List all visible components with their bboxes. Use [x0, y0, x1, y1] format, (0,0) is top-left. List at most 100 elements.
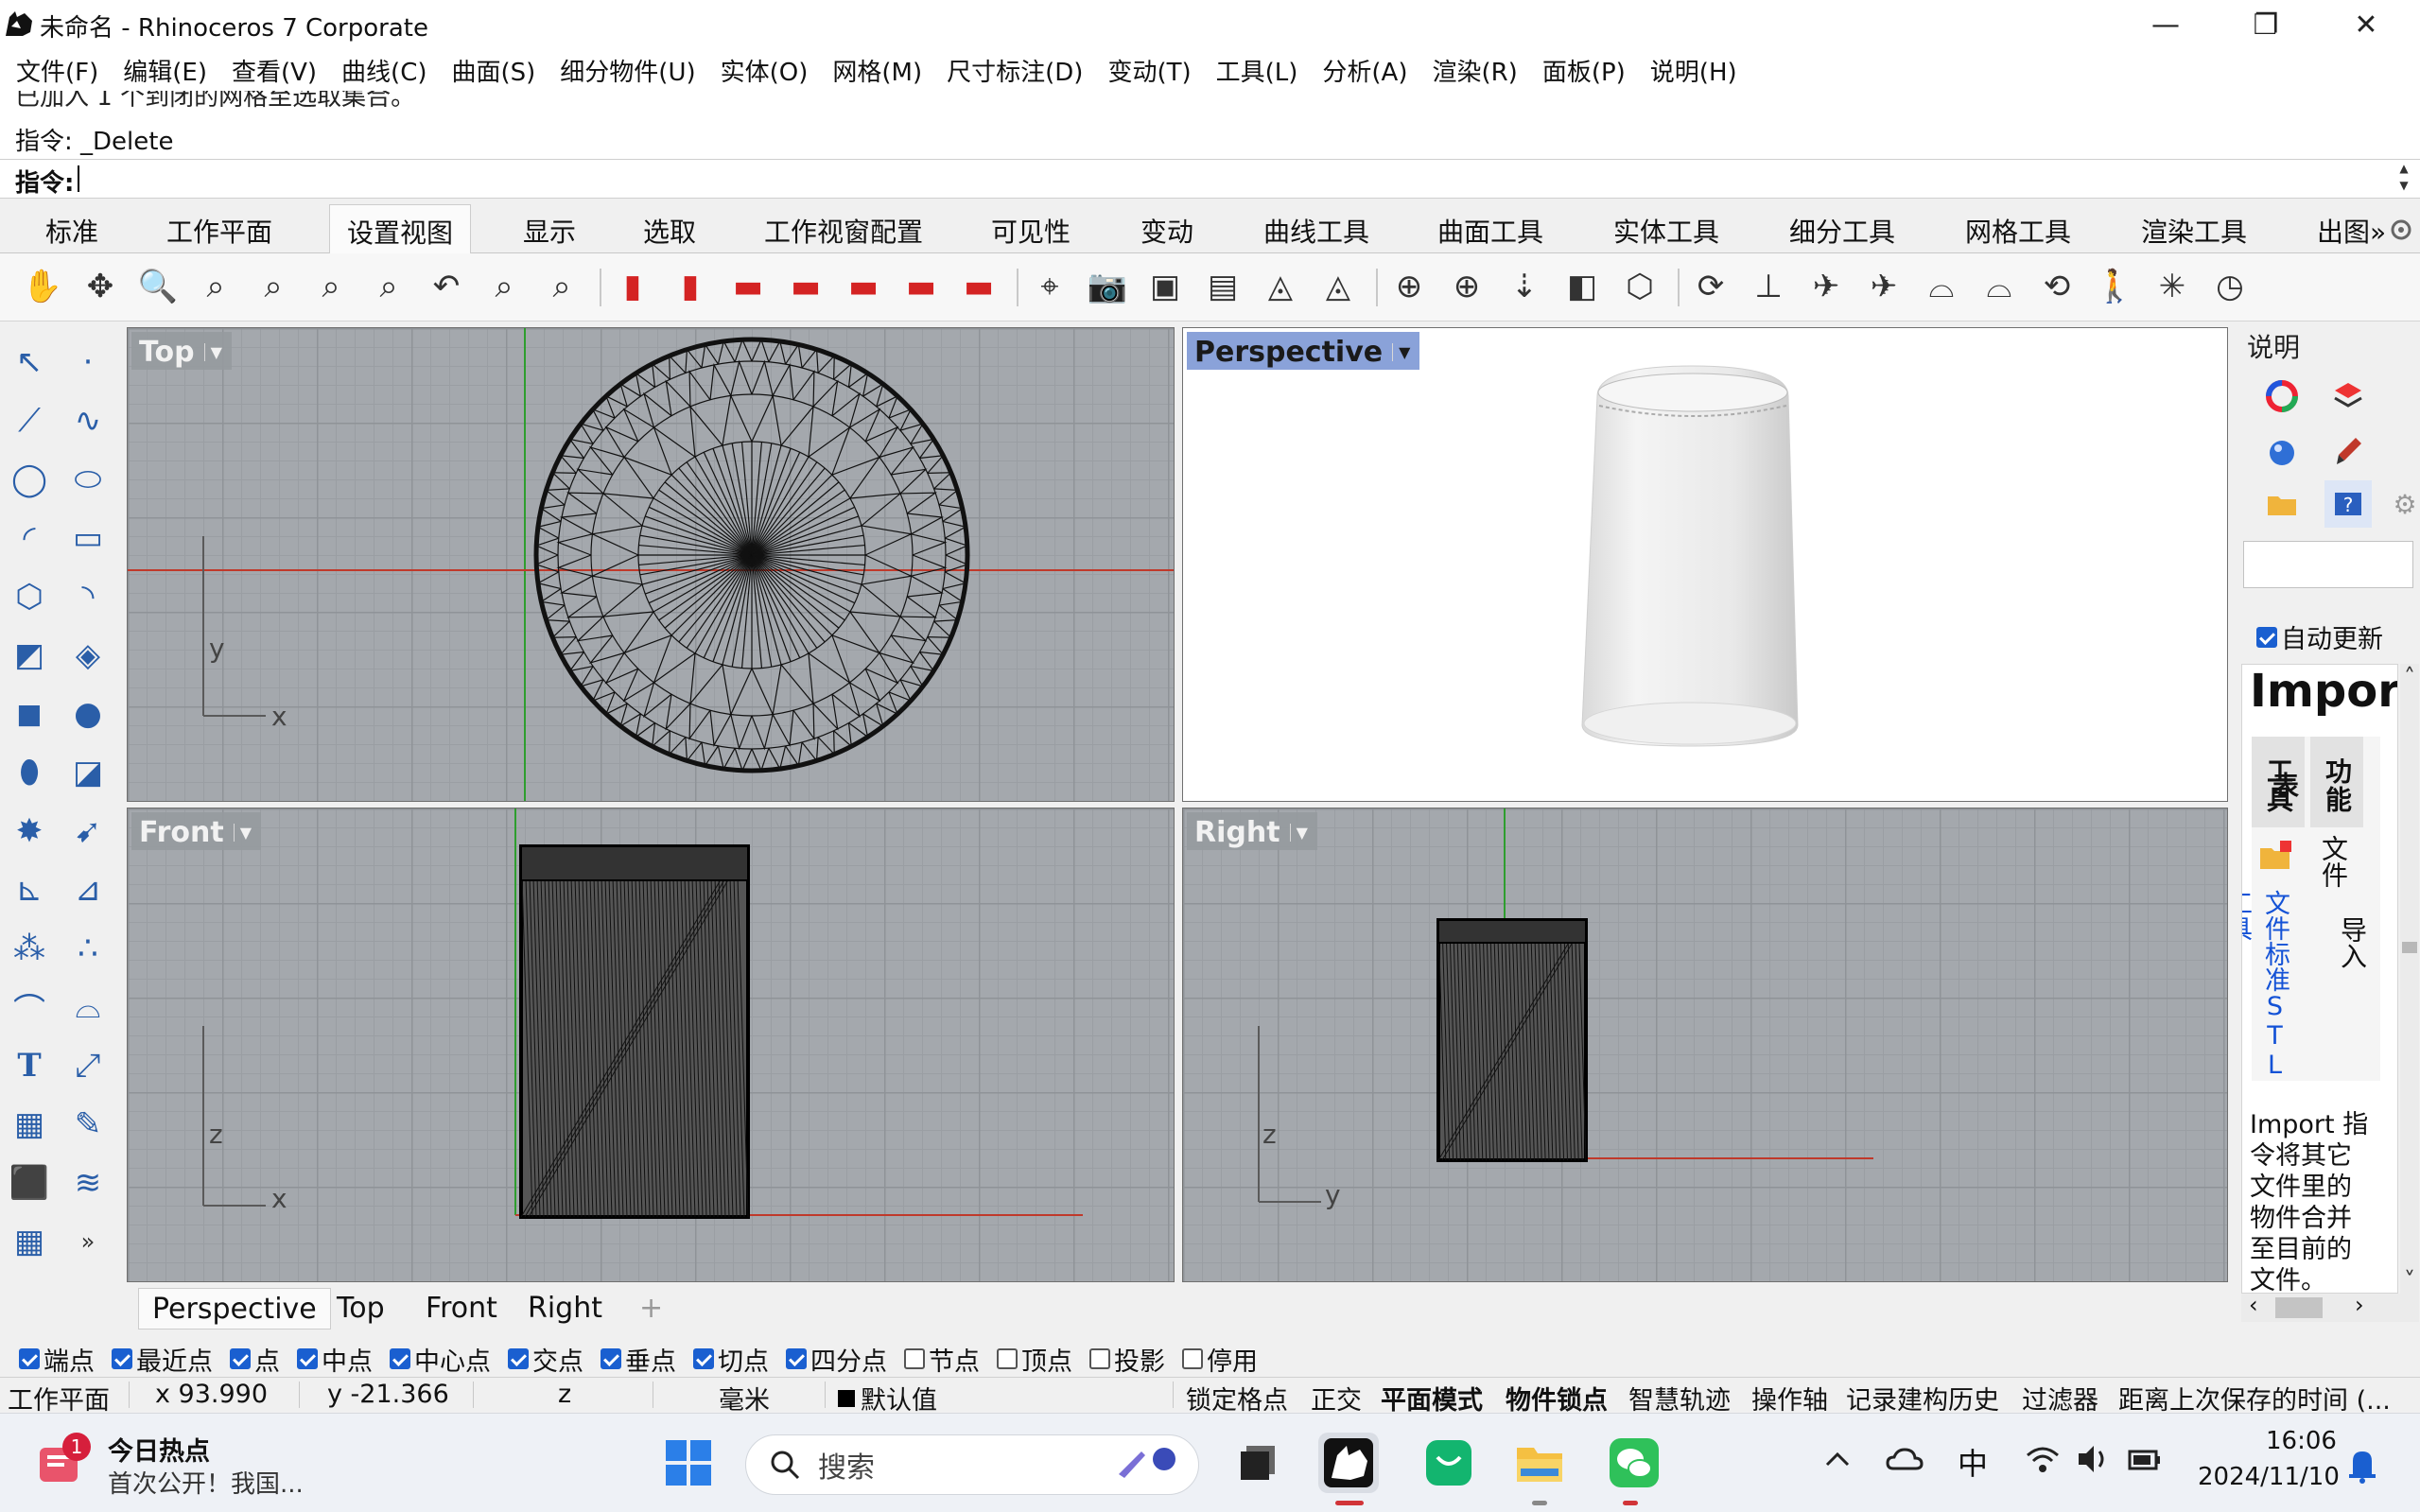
- lens-flare-icon[interactable]: ✳: [2149, 263, 2196, 310]
- menu-item[interactable]: 网格(M): [820, 53, 934, 88]
- status-history[interactable]: 记录建构历史: [1846, 1380, 1999, 1416]
- checkbox-icon[interactable]: [904, 1348, 925, 1369]
- checkbox-icon[interactable]: [693, 1348, 714, 1369]
- viewport-tab[interactable]: Perspective: [138, 1288, 331, 1330]
- rotate-view-icon[interactable]: ✥: [77, 263, 124, 310]
- osnap-item[interactable]: 停用: [1182, 1341, 1258, 1378]
- cylinder-icon[interactable]: ⬮: [4, 747, 55, 798]
- osnap-item[interactable]: 最近点: [112, 1341, 213, 1378]
- rhino-taskbar-icon[interactable]: [1318, 1433, 1379, 1493]
- material-sphere-icon[interactable]: [2258, 427, 2306, 475]
- tab-item[interactable]: 渲染工具: [2141, 212, 2247, 250]
- news-title[interactable]: 今日热点: [108, 1431, 210, 1468]
- dropdown-arrow-icon[interactable]: ▼: [203, 342, 222, 361]
- task-view-icon[interactable]: [1227, 1433, 1288, 1493]
- toolbox-grid-icon[interactable]: ▦: [4, 1216, 55, 1267]
- osnap-item[interactable]: 顶点: [997, 1341, 1072, 1378]
- menu-item[interactable]: 说明(H): [1638, 53, 1750, 88]
- scroll-up-icon[interactable]: ˄: [2400, 664, 2419, 690]
- car-front-small-icon[interactable]: ▬: [724, 263, 772, 310]
- checkbox-icon[interactable]: [601, 1348, 621, 1369]
- dimension-icon[interactable]: ⊾: [4, 864, 55, 915]
- checkbox-icon[interactable]: [230, 1348, 251, 1369]
- viewport-label-right[interactable]: Right ▼: [1187, 812, 1317, 850]
- box-icon[interactable]: ◼: [4, 688, 55, 739]
- status-unit[interactable]: 毫米: [719, 1380, 770, 1416]
- viewport-tab[interactable]: Front: [412, 1288, 511, 1330]
- menu-item[interactable]: 尺寸标注(D): [934, 53, 1095, 88]
- mesh-box-icon[interactable]: ⬛: [4, 1157, 55, 1208]
- scroll-thumb[interactable]: [2275, 1297, 2323, 1318]
- menu-item[interactable]: 工具(L): [1204, 53, 1311, 88]
- osnap-item[interactable]: 中点: [297, 1341, 373, 1378]
- tab-item[interactable]: 显示: [523, 212, 576, 250]
- tab-item[interactable]: 工作视窗配置: [764, 212, 923, 250]
- tab-item[interactable]: 曲线工具: [1263, 212, 1369, 250]
- osnap-item[interactable]: 投影: [1089, 1341, 1165, 1378]
- trim-icon[interactable]: ⌒: [4, 982, 55, 1033]
- circle-icon[interactable]: ◯: [4, 454, 55, 505]
- osnap-item[interactable]: 端点: [19, 1341, 95, 1378]
- plane-right-icon[interactable]: ✈: [1860, 263, 1907, 310]
- menu-item[interactable]: 细分物件(U): [548, 53, 707, 88]
- checkbox-icon[interactable]: [2256, 626, 2277, 648]
- car-back-icon[interactable]: ▬: [897, 263, 945, 310]
- rectangle-icon[interactable]: ▭: [62, 513, 113, 564]
- checkbox-icon[interactable]: [997, 1348, 1018, 1369]
- osnap-item[interactable]: 交点: [508, 1341, 583, 1378]
- menu-item[interactable]: 渲染(R): [1419, 53, 1529, 88]
- osnap-item[interactable]: 垂点: [601, 1341, 676, 1378]
- named-views-icon[interactable]: ▤: [1199, 263, 1246, 310]
- scale-icon[interactable]: ⤢: [62, 1040, 113, 1091]
- align-view-icon[interactable]: ⊥: [1745, 263, 1792, 310]
- gear-icon[interactable]: ⚙: [2381, 480, 2420, 528]
- tab-item[interactable]: 曲面工具: [1437, 212, 1543, 250]
- scroll-thumb[interactable]: [2402, 942, 2417, 953]
- volume-icon[interactable]: [2075, 1442, 2113, 1480]
- status-filter[interactable]: 过滤器: [2022, 1380, 2098, 1416]
- close-button[interactable]: ✕: [2319, 0, 2413, 49]
- checkbox-icon[interactable]: [1089, 1348, 1110, 1369]
- viewport-label-top[interactable]: Top ▼: [131, 332, 232, 370]
- camera-target-icon[interactable]: ⌖: [1026, 263, 1073, 310]
- camera-icon[interactable]: 📷: [1084, 263, 1131, 310]
- osnap-item[interactable]: 节点: [904, 1341, 980, 1378]
- tab-item[interactable]: 实体工具: [1613, 212, 1719, 250]
- taskbar-search-box[interactable]: 搜索: [745, 1434, 1199, 1495]
- checkbox-icon[interactable]: [297, 1348, 318, 1369]
- perspective-cube-icon[interactable]: ⬡: [1616, 263, 1663, 310]
- ime-indicator[interactable]: 中: [1958, 1440, 1988, 1484]
- viewport-front[interactable]: Front ▼ z x: [127, 808, 1175, 1282]
- scroll-down-icon[interactable]: ▼: [2392, 177, 2416, 194]
- restore-button[interactable]: ❐: [2219, 0, 2313, 49]
- status-ortho[interactable]: 正交: [1311, 1380, 1362, 1416]
- car-top-icon[interactable]: ▮: [667, 263, 714, 310]
- sphere-icon[interactable]: ●: [62, 688, 113, 739]
- menu-item[interactable]: 面板(P): [1530, 53, 1638, 88]
- zoom-target-icon[interactable]: ⌕: [365, 263, 412, 310]
- tab-item[interactable]: 网格工具: [1965, 212, 2071, 250]
- menu-item[interactable]: 变动(T): [1095, 53, 1203, 88]
- tray-overflow-icon[interactable]: [1823, 1446, 1852, 1482]
- checkbox-icon[interactable]: [1182, 1348, 1203, 1369]
- scroll-left-icon[interactable]: ‹: [2249, 1292, 2258, 1318]
- target-on-object-icon[interactable]: ⊕: [1443, 263, 1490, 310]
- select-arrow-icon[interactable]: ↖: [4, 337, 55, 388]
- shopping-app-icon[interactable]: [1419, 1433, 1479, 1493]
- polygon-icon[interactable]: ⬡: [4, 571, 55, 622]
- tab-item[interactable]: 变动: [1140, 212, 1193, 250]
- menu-item[interactable]: 实体(O): [708, 53, 821, 88]
- checkbox-icon[interactable]: [112, 1348, 132, 1369]
- orbit-360-icon[interactable]: ⟲: [2033, 263, 2081, 310]
- zoom-selected-icon[interactable]: ⌕: [307, 263, 355, 310]
- fillet-icon[interactable]: ◝: [62, 571, 113, 622]
- save-view-icon[interactable]: ▣: [1141, 263, 1189, 310]
- cplane-view-icon[interactable]: ◬: [1257, 263, 1304, 310]
- status-osnap[interactable]: 物件锁点: [1506, 1380, 1608, 1416]
- osnap-item[interactable]: 四分点: [786, 1341, 887, 1378]
- split-icon[interactable]: ⌓: [62, 982, 113, 1033]
- folder-icon[interactable]: [2258, 480, 2306, 528]
- dropdown-arrow-icon[interactable]: ▼: [1392, 342, 1410, 361]
- boolean-icon[interactable]: ✸: [4, 806, 55, 857]
- status-planar[interactable]: 平面模式: [1381, 1380, 1483, 1416]
